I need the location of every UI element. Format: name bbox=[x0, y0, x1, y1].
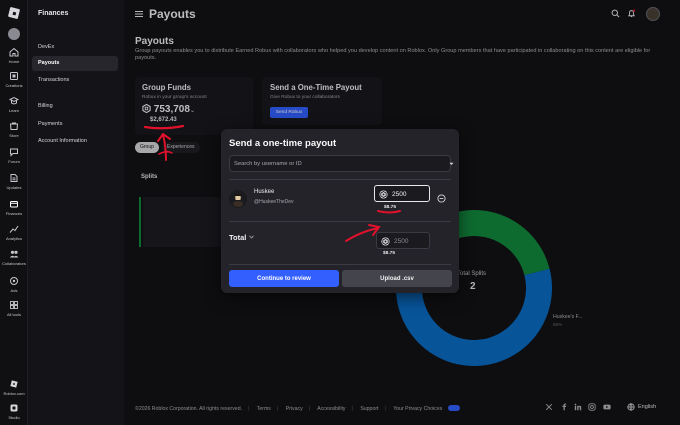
rail-item-analytics[interactable]: Analytics bbox=[0, 224, 28, 241]
rail-user-avatar[interactable] bbox=[8, 28, 20, 40]
rail-label: All tools bbox=[6, 312, 21, 317]
modal-divider bbox=[229, 179, 451, 180]
rail-label: Analytics bbox=[5, 236, 22, 241]
app-root: Home Creations Learn Store Forum Updates… bbox=[0, 0, 680, 425]
rail-item-store[interactable]: Store bbox=[0, 121, 28, 138]
rail-label: Collaborators bbox=[2, 261, 26, 266]
recipient-usd-value: $8.75 bbox=[384, 205, 397, 210]
rail-item-finances[interactable]: Finances bbox=[0, 199, 28, 216]
sidenav-item-payouts[interactable]: Payouts bbox=[32, 56, 118, 71]
roblox-logo-icon bbox=[10, 380, 18, 388]
recipient-name: Huskee bbox=[254, 189, 275, 195]
recipient-search-input[interactable] bbox=[234, 158, 434, 170]
rail-label: Creations bbox=[5, 83, 23, 88]
finances-icon bbox=[10, 201, 18, 208]
forum-icon bbox=[10, 148, 18, 157]
home-icon bbox=[9, 47, 19, 57]
total-usd-value: $8.75 bbox=[383, 251, 396, 256]
finances-sidenav: Finances DevEx Payouts Transactions Bill… bbox=[28, 0, 124, 425]
all-tools-icon bbox=[10, 301, 18, 309]
rail-item-updates[interactable]: Updates bbox=[0, 173, 28, 190]
rail-label: Store bbox=[9, 133, 19, 138]
sidenav-item-account-information[interactable]: Account Information bbox=[32, 134, 118, 149]
rail-item-home[interactable]: Home bbox=[0, 47, 28, 64]
rail-item-collaborators[interactable]: Collaborators bbox=[0, 249, 28, 266]
send-payout-modal: Send a one-time payout Huskee @HuskeeThe… bbox=[221, 129, 459, 293]
rail-label: Ads bbox=[10, 288, 18, 293]
recipient-amount-field[interactable] bbox=[374, 185, 430, 202]
rail-label: Forum bbox=[8, 159, 20, 164]
icon-rail: Home Creations Learn Store Forum Updates… bbox=[0, 0, 28, 425]
rail-item-forum[interactable]: Forum bbox=[0, 147, 28, 164]
sidenav-item-payments[interactable]: Payments bbox=[32, 117, 118, 132]
rail-label: Home bbox=[8, 59, 20, 64]
total-amount-field bbox=[376, 232, 430, 249]
rail-item-studio[interactable]: Studio bbox=[0, 403, 28, 420]
ads-icon bbox=[10, 277, 18, 285]
robux-icon bbox=[381, 237, 390, 246]
chevron-down-icon[interactable] bbox=[249, 235, 254, 239]
sidenav-item-transactions[interactable]: Transactions bbox=[32, 73, 118, 88]
recipient-avatar bbox=[229, 190, 247, 208]
rail-label: Updates bbox=[6, 185, 22, 190]
rail-item-creations[interactable]: Creations bbox=[0, 71, 28, 88]
store-icon bbox=[9, 122, 19, 130]
rail-label: Studio bbox=[8, 415, 20, 420]
studio-icon bbox=[10, 404, 18, 412]
continue-to-review-button[interactable]: Continue to review bbox=[229, 270, 339, 287]
recipient-search-box[interactable] bbox=[229, 155, 454, 172]
rail-label: Roblox.com bbox=[3, 391, 25, 396]
sidenav-item-billing[interactable]: Billing bbox=[32, 99, 118, 114]
creations-icon bbox=[10, 72, 18, 80]
robux-icon bbox=[379, 190, 388, 199]
rail-label: Learn bbox=[8, 108, 20, 113]
rail-item-ads[interactable]: Ads bbox=[0, 276, 28, 293]
rail-item-all-tools[interactable]: All tools bbox=[0, 300, 28, 317]
modal-title: Send a one-time payout bbox=[229, 138, 337, 149]
collaborators-icon bbox=[9, 250, 19, 258]
total-label: Total bbox=[229, 233, 247, 242]
remove-recipient-icon[interactable] bbox=[437, 194, 446, 203]
recipient-handle: @HuskeeTheDev bbox=[254, 199, 294, 205]
rail-item-roblox-com[interactable]: Roblox.com bbox=[0, 379, 28, 396]
learn-icon bbox=[9, 96, 19, 105]
rail-label: Finances bbox=[5, 211, 23, 216]
recipient-amount-input[interactable] bbox=[392, 188, 426, 200]
modal-divider bbox=[229, 264, 451, 265]
modal-divider bbox=[229, 221, 451, 222]
rail-item-learn[interactable]: Learn bbox=[0, 96, 28, 113]
updates-icon bbox=[10, 174, 18, 182]
upload-csv-button[interactable]: Upload .csv bbox=[342, 270, 452, 287]
roblox-logo-icon[interactable] bbox=[7, 6, 21, 20]
total-amount-input bbox=[394, 235, 428, 247]
sidenav-title: Finances bbox=[38, 10, 69, 17]
analytics-icon bbox=[9, 225, 19, 233]
dropdown-caret-icon[interactable] bbox=[449, 162, 454, 166]
avatar-figure-icon bbox=[233, 194, 243, 207]
sidenav-item-devex[interactable]: DevEx bbox=[32, 40, 118, 55]
